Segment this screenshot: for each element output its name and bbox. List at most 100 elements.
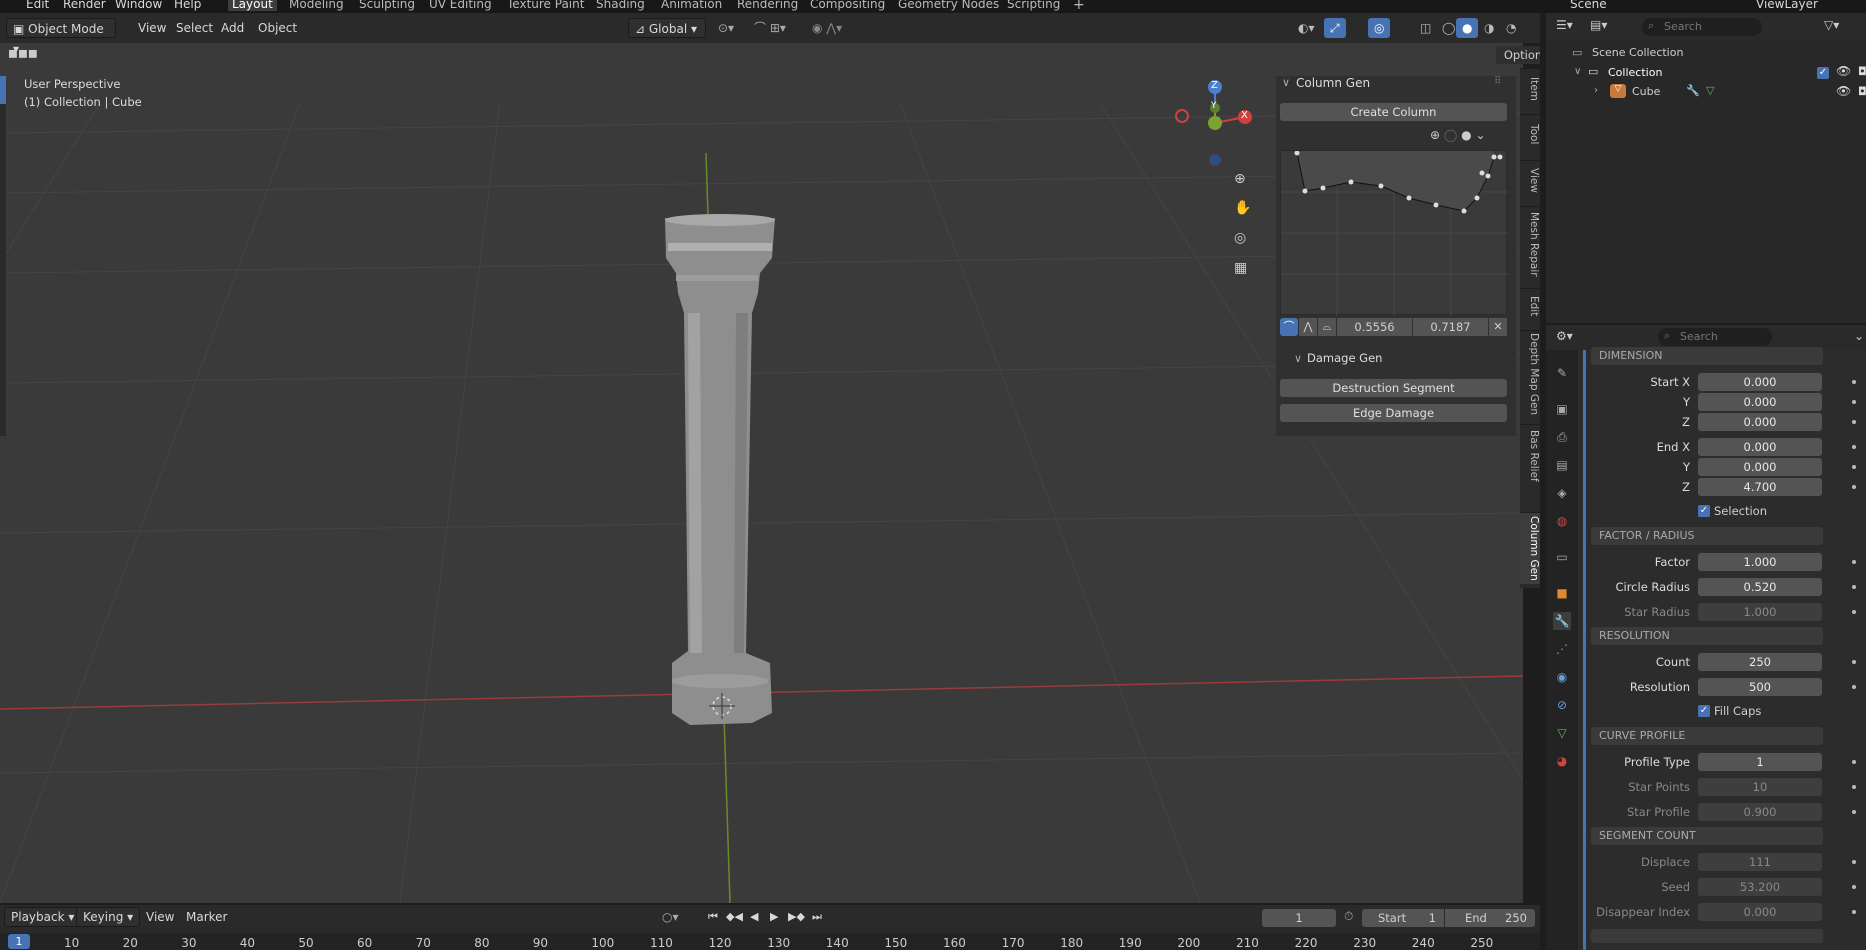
scene-collection-label[interactable]: Scene Collection	[1592, 46, 1683, 59]
vector-handle-icon[interactable]: ⋀	[1299, 318, 1317, 336]
tab-shading[interactable]: Shading	[592, 0, 649, 11]
keyframe-dot[interactable]	[1852, 810, 1856, 814]
collection-properties-icon[interactable]: ▭	[1553, 548, 1571, 566]
eye-icon[interactable]: 👁	[1836, 64, 1851, 78]
next-section-header[interactable]	[1591, 929, 1823, 943]
segment-count-header[interactable]: SEGMENT COUNT	[1591, 827, 1823, 845]
cube-label[interactable]: Cube	[1632, 85, 1660, 98]
keyframe-dot[interactable]	[1852, 760, 1856, 764]
menu-add[interactable]: Add	[215, 18, 250, 38]
collapse-chevron-icon[interactable]: ∨	[1282, 76, 1290, 89]
create-column-button[interactable]: Create Column	[1280, 103, 1507, 121]
orientation-selector[interactable]: ⊿ Global ▾	[628, 18, 706, 38]
tab-modeling[interactable]: Modeling	[285, 0, 348, 11]
damage-gen-title[interactable]: Damage Gen	[1307, 351, 1382, 365]
keyframe-dot[interactable]	[1852, 860, 1856, 864]
selection-checkbox[interactable]: ✓	[1698, 505, 1710, 517]
selection-label[interactable]: Selection	[1714, 504, 1767, 518]
mesh-data-icon[interactable]: ▽	[1706, 84, 1714, 97]
star-points-field[interactable]: 10	[1698, 778, 1822, 796]
camera-icon[interactable]: ◘	[1858, 65, 1866, 78]
object-properties-icon[interactable]: ■	[1553, 584, 1571, 602]
factor-field[interactable]: 1.000	[1698, 553, 1822, 571]
tab-scripting[interactable]: Scripting	[1003, 0, 1064, 11]
curve-profile-header[interactable]: CURVE PROFILE	[1591, 727, 1823, 745]
auto-keying-icon[interactable]: ○▾	[656, 907, 685, 927]
perspective-grid-icon[interactable]: ▦	[1234, 260, 1247, 276]
proportional-edit-icon[interactable]: ◉ ⋀▾	[806, 18, 848, 38]
material-shading-icon[interactable]: ◑	[1478, 18, 1500, 38]
tab-uv-editing[interactable]: UV Editing	[425, 0, 496, 11]
curve-y-field[interactable]: 0.7187	[1413, 318, 1488, 336]
fill-caps-label[interactable]: Fill Caps	[1714, 704, 1761, 718]
left-toolbar[interactable]	[0, 76, 6, 436]
menu-object[interactable]: Object	[252, 18, 303, 38]
count-field[interactable]: 250	[1698, 653, 1822, 671]
data-properties-icon[interactable]: ▽	[1553, 724, 1571, 742]
material-properties-icon[interactable]: ◕	[1553, 752, 1571, 770]
star-profile-field[interactable]: 0.900	[1698, 803, 1822, 821]
keyframe-dot[interactable]	[1852, 465, 1856, 469]
tab-mesh-repair[interactable]: Mesh Repair	[1520, 206, 1540, 282]
keying-menu[interactable]: Keying ▾	[76, 907, 141, 927]
keyframe-dot[interactable]	[1852, 445, 1856, 449]
collection-expand-icon[interactable]: ∨	[1574, 66, 1581, 77]
tab-animation[interactable]: Animation	[657, 0, 726, 11]
start-x-field[interactable]: 0.000	[1698, 373, 1822, 391]
end-y-field[interactable]: 0.000	[1698, 458, 1822, 476]
tab-edit[interactable]: Edit	[1520, 288, 1540, 324]
cube-eye-icon[interactable]: 👁	[1836, 84, 1851, 98]
column-gen-title[interactable]: Column Gen	[1296, 76, 1370, 90]
tab-sculpting[interactable]: Sculpting	[355, 0, 419, 11]
auto-handle-icon[interactable]: ⌓	[1318, 318, 1336, 336]
resolution-header[interactable]: RESOLUTION	[1591, 627, 1823, 645]
display-mode-icon[interactable]: ▤▾	[1590, 18, 1607, 32]
solid-shading-icon[interactable]: ●	[1456, 18, 1479, 38]
keyframe-dot[interactable]	[1852, 660, 1856, 664]
scene-name[interactable]: Scene	[1570, 0, 1607, 11]
circle-radius-field[interactable]: 0.520	[1698, 578, 1822, 596]
end-x-field[interactable]: 0.000	[1698, 438, 1822, 456]
tab-column-gen[interactable]: Column Gen	[1520, 512, 1540, 584]
menu-render[interactable]: Render	[63, 0, 106, 11]
start-frame-field[interactable]: Start 1	[1362, 909, 1444, 927]
curve-profile-widget[interactable]	[1280, 150, 1508, 316]
profile-type-field[interactable]: 1	[1698, 753, 1822, 771]
zoom-out-icon[interactable]: ◯	[1444, 128, 1457, 142]
zoom-in-icon[interactable]: ⊕	[1430, 128, 1440, 142]
view-layer-icon[interactable]: ▤	[1553, 456, 1571, 474]
end-z-field[interactable]: 4.700	[1698, 478, 1822, 496]
mode-selector[interactable]: ▣ Object Mode ▾	[6, 18, 116, 56]
keyframe-dot[interactable]	[1852, 885, 1856, 889]
tab-bas-relief[interactable]: Bas Relief	[1520, 424, 1540, 486]
modifier-icon[interactable]: 🔧	[1686, 84, 1700, 97]
end-frame-field[interactable]: End 250	[1445, 909, 1535, 927]
scene-properties-icon[interactable]: ◈	[1553, 484, 1571, 502]
collection-checkbox[interactable]: ✓	[1817, 67, 1829, 79]
stopwatch-icon[interactable]: ⏱	[1344, 909, 1353, 924]
cube-camera-icon[interactable]: ◘	[1858, 85, 1866, 98]
keyframe-dot[interactable]	[1852, 560, 1856, 564]
properties-search-input[interactable]: Search	[1658, 328, 1772, 346]
pan-hand-icon[interactable]: ✋	[1234, 200, 1251, 216]
tab-tool[interactable]: Tool	[1520, 114, 1540, 154]
current-frame-field[interactable]: 1	[1262, 909, 1336, 927]
render-properties-icon[interactable]: ▣	[1553, 400, 1571, 418]
keyframe-dot[interactable]	[1852, 910, 1856, 914]
curve-menu-icon[interactable]: ⌄	[1475, 128, 1485, 142]
destruction-segment-button[interactable]: Destruction Segment	[1280, 379, 1507, 397]
keyframe-dot[interactable]	[1852, 485, 1856, 489]
damage-chevron-icon[interactable]: ∨	[1294, 352, 1302, 365]
clipping-icon[interactable]: ●	[1461, 128, 1471, 142]
tab-layout[interactable]: Layout	[228, 0, 277, 11]
tab-item[interactable]: Item	[1520, 68, 1540, 108]
keyframe-dot[interactable]	[1852, 380, 1856, 384]
gizmo-toggle-icon[interactable]: ⤢	[1324, 18, 1346, 38]
xray-icon[interactable]: ◫	[1414, 18, 1437, 38]
menu-select[interactable]: Select	[170, 18, 219, 38]
playhead-frame[interactable]: 1	[8, 934, 30, 949]
menu-window[interactable]: Window	[115, 0, 162, 11]
properties-editor-type-icon[interactable]: ⚙▾	[1556, 329, 1573, 343]
start-z-field[interactable]: 0.000	[1698, 413, 1822, 431]
visibility-icon[interactable]: ◐▾	[1292, 18, 1321, 38]
